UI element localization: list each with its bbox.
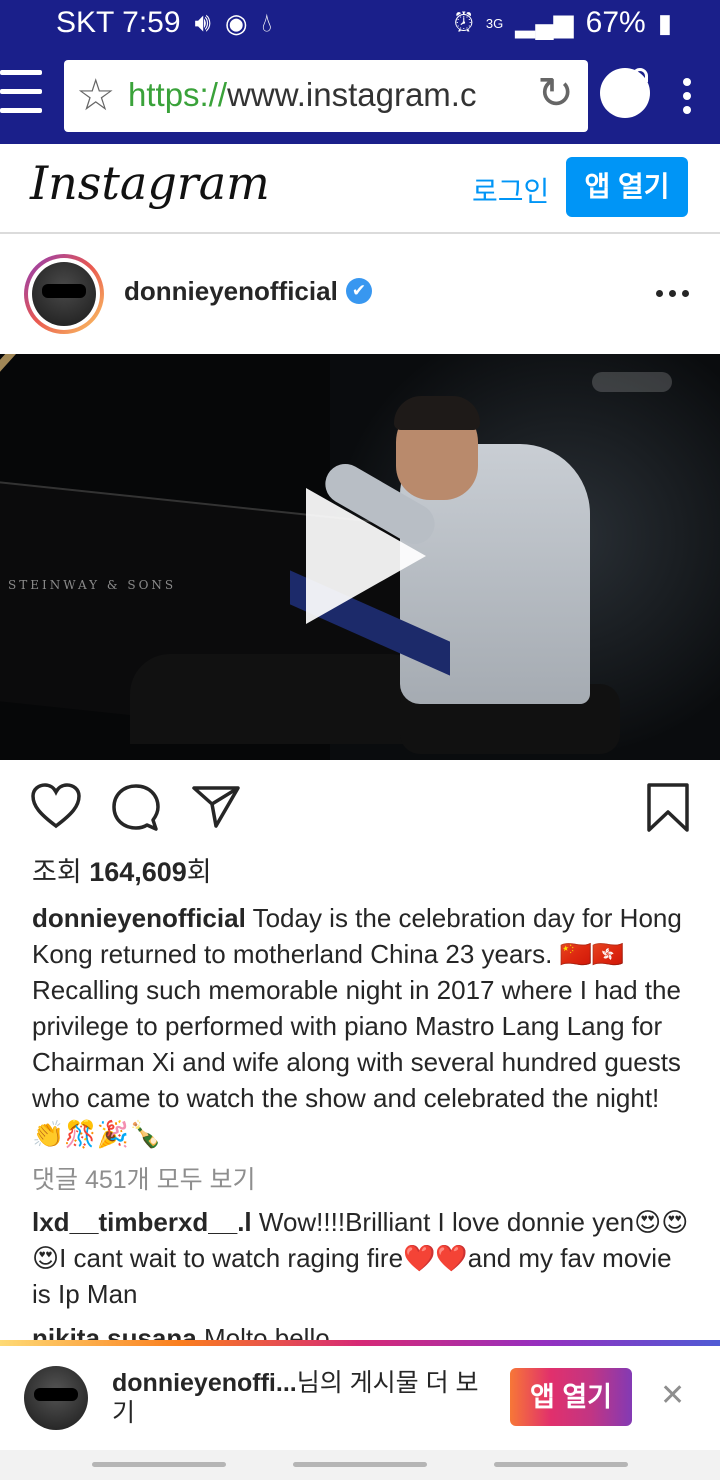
close-icon[interactable]: ✕	[660, 1378, 685, 1413]
comment: nikita.susana Molto bello	[32, 1320, 692, 1342]
volume-icon: 🔊︎	[194, 7, 211, 37]
url-text[interactable]: https://www.instagram.c	[128, 76, 520, 114]
drop-icon: 💧︎	[261, 7, 273, 37]
post-actions	[0, 760, 720, 856]
nav-back[interactable]	[494, 1462, 628, 1467]
reload-icon[interactable]: ↻	[537, 68, 574, 119]
banner-message: donnieyenoffi...님의 게시물 더 보기	[112, 1369, 479, 1427]
browser-toolbar: ☆ https://www.instagram.c ↻	[0, 48, 720, 144]
post-video[interactable]: STEINWAY & SONS	[0, 354, 720, 760]
comment-icon[interactable]	[110, 782, 162, 834]
banner-open-app-button[interactable]: 앱 열기	[510, 1368, 632, 1426]
bookmark-star-icon[interactable]: ☆	[76, 70, 115, 121]
open-app-button[interactable]: 앱 열기	[566, 157, 688, 217]
channel-watermark	[592, 372, 672, 392]
caption-username[interactable]: donnieyenofficial	[32, 903, 246, 933]
status-bar: SKT 7:59 🔊︎ ◉ 💧︎ ⏰︎ 3G ▂▄▆ 67% ▮	[0, 0, 720, 48]
alarm-icon: ⏰︎	[453, 7, 474, 37]
view-count: 조회 164,609회	[32, 857, 212, 887]
nav-recent[interactable]	[92, 1462, 226, 1467]
heart-icon[interactable]	[30, 782, 82, 830]
play-icon[interactable]	[306, 488, 426, 624]
lock-icon	[632, 68, 648, 82]
address-bar[interactable]: ☆ https://www.instagram.c ↻	[64, 60, 588, 132]
view-all-comments-link[interactable]: 댓글 451개 모두 보기	[32, 1160, 256, 1196]
banner-avatar	[24, 1366, 88, 1430]
bookmark-icon[interactable]	[644, 782, 692, 834]
instagram-header: Instagram 로그인 앱 열기	[0, 144, 720, 234]
carrier-time: SKT 7:59	[56, 6, 181, 39]
send-icon[interactable]	[190, 782, 242, 830]
piano-brand-text: STEINWAY & SONS	[8, 578, 177, 592]
battery-icon: ▮	[657, 7, 672, 38]
post-username[interactable]: donnieyenofficial	[124, 276, 338, 307]
battery-level: 67%	[585, 6, 646, 39]
instagram-logo[interactable]: Instagram	[30, 156, 270, 210]
system-nav-bar	[0, 1450, 720, 1480]
menu-icon[interactable]	[0, 70, 42, 120]
post-caption: donnieyenofficial Today is the celebrati…	[32, 900, 692, 1152]
login-link[interactable]: 로그인	[472, 170, 549, 210]
signal-icon: ▂▄▆	[515, 7, 574, 38]
browser-menu-icon[interactable]	[683, 78, 693, 120]
verified-badge-icon: ✔	[346, 278, 372, 304]
open-app-banner: donnieyenoffi...님의 게시물 더 보기 앱 열기 ✕	[0, 1346, 720, 1450]
comment: lxd__timberxd__.l Wow!!!!Brilliant I lov…	[32, 1204, 692, 1312]
media-icon: ◉	[224, 7, 248, 38]
avatar[interactable]	[24, 254, 104, 334]
comment-username[interactable]: lxd__timberxd__.l	[32, 1207, 252, 1237]
caption-text: Today is the celebration day for Hong Ko…	[32, 903, 682, 1149]
nav-home[interactable]	[293, 1462, 427, 1467]
post-header: donnieyenofficial ✔	[0, 234, 720, 354]
network-type: 3G	[485, 15, 504, 31]
more-options-icon[interactable]	[656, 290, 689, 297]
